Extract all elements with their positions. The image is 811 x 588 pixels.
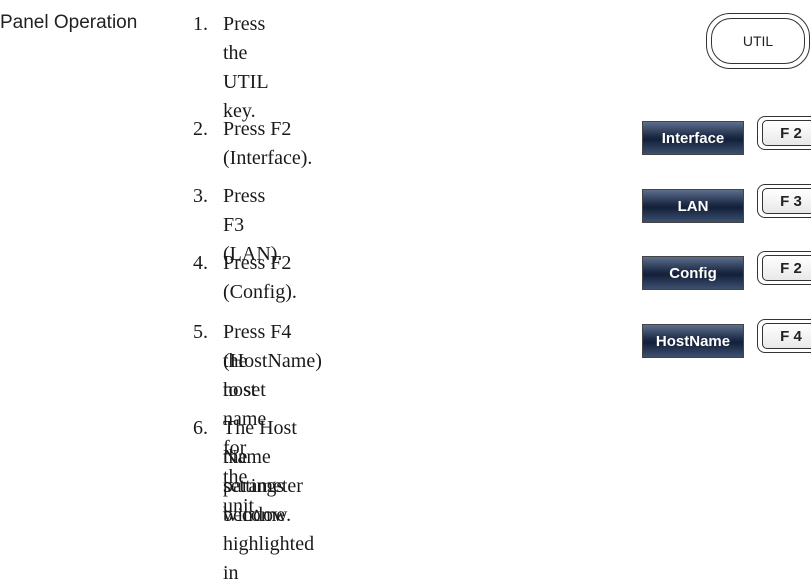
softkey-lan: LAN — [642, 189, 744, 223]
step-text: Press F2 (Interface). — [223, 118, 313, 169]
step-number: 4. — [193, 252, 208, 274]
f2-key: F 2 — [757, 116, 811, 150]
util-key: UTIL — [706, 13, 810, 69]
f2-key: F 2 — [757, 251, 811, 285]
step-number: 1. — [193, 13, 208, 35]
f4-key: F 4 — [757, 319, 811, 353]
f2-key-label: F 2 — [762, 255, 811, 281]
step-text: Press F2 (Config). — [223, 252, 297, 303]
section-label: Panel Operation — [0, 12, 138, 33]
step-text: the parameter window. — [223, 446, 303, 526]
f3-key: F 3 — [757, 184, 811, 218]
step-number: 3. — [193, 185, 208, 207]
softkey-interface: Interface — [642, 121, 744, 155]
softkey-hostname: HostName — [642, 324, 744, 358]
step-number: 2. — [193, 118, 208, 140]
step-number: 5. — [193, 321, 208, 343]
f4-key-label: F 4 — [762, 323, 811, 349]
step-text: Press the UTIL key. — [223, 13, 268, 122]
f2-key-label: F 2 — [762, 120, 811, 146]
util-key-label: UTIL — [711, 18, 805, 64]
f3-key-label: F 3 — [762, 188, 811, 214]
step-number: 6. — [193, 417, 208, 439]
softkey-config: Config — [642, 256, 744, 290]
